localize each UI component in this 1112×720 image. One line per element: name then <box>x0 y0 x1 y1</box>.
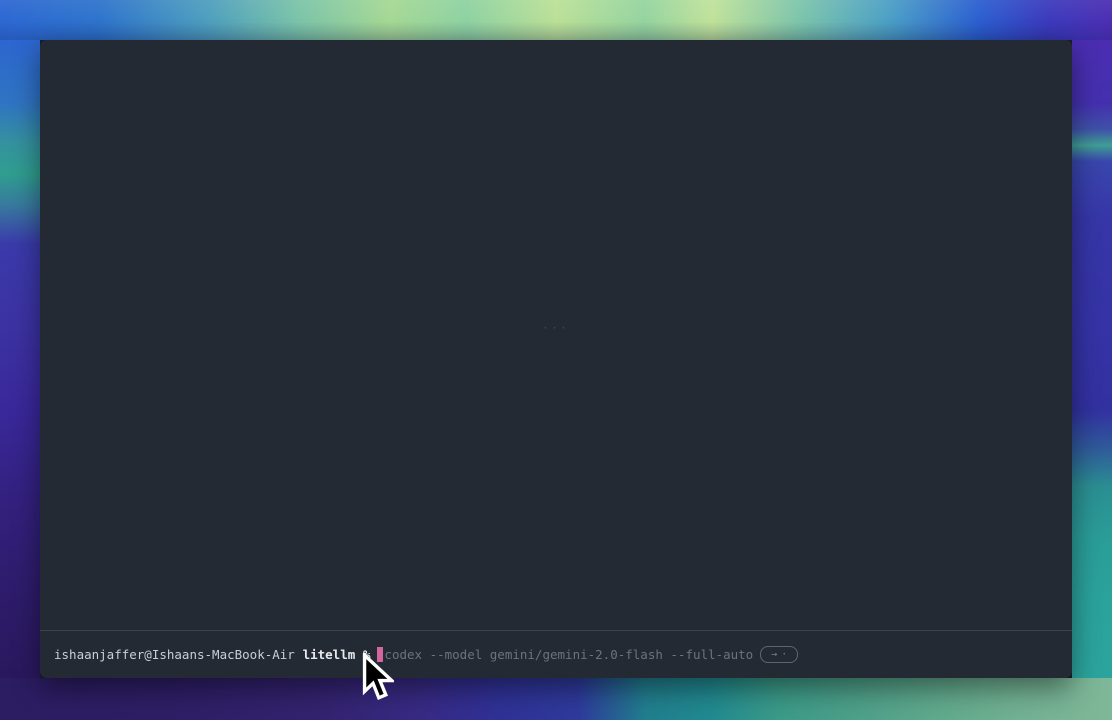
wallpaper-bottom-strip <box>0 678 1112 720</box>
loading-dots-text: ··· <box>40 323 1072 334</box>
terminal-window[interactable]: ··· ishaanjaffer@Ishaans-MacBook-Air lit… <box>40 40 1072 678</box>
prompt-user-host: ishaanjaffer@Ishaans-MacBook-Air <box>54 647 295 663</box>
desktop: ··· ishaanjaffer@Ishaans-MacBook-Air lit… <box>0 0 1112 720</box>
right-arrow-icon: → <box>771 648 777 661</box>
terminal-input-bar[interactable]: ishaanjaffer@Ishaans-MacBook-Air litellm… <box>40 630 1072 678</box>
accept-suggestion-hint: → · <box>760 646 798 663</box>
wallpaper-right-strip <box>1072 40 1112 678</box>
prompt-directory: litellm <box>303 647 356 663</box>
prompt-symbol: % <box>363 647 371 663</box>
command-autosuggestion: codex --model gemini/gemini-2.0-flash --… <box>384 647 753 663</box>
terminal-output-area[interactable]: ··· <box>40 40 1072 630</box>
wallpaper-top-strip <box>0 0 1112 40</box>
dot-icon: · <box>781 648 787 661</box>
text-cursor <box>377 647 383 662</box>
wallpaper-left-strip <box>0 40 40 678</box>
